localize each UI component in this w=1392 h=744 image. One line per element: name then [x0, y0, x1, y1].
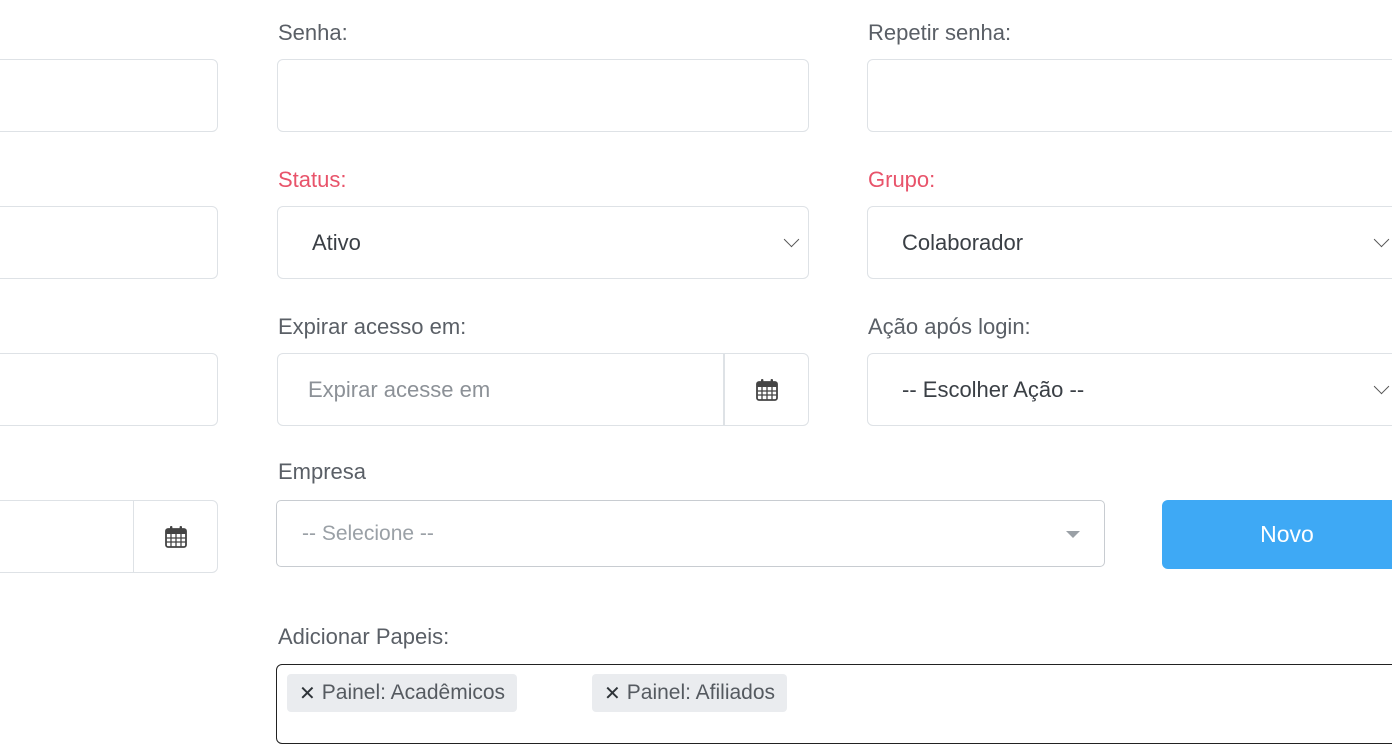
grupo-label: Grupo: — [868, 167, 936, 192]
close-icon[interactable]: ✕ — [299, 681, 316, 706]
novo-button[interactable]: Novo — [1162, 500, 1392, 569]
papeis-multiselect[interactable]: ✕ Painel: Acadêmicos ✕ Painel: Afiliados — [276, 664, 1392, 744]
empresa-label: Empresa — [278, 459, 367, 484]
close-icon[interactable]: ✕ — [604, 681, 621, 706]
papel-tag-label: Painel: Acadêmicos — [321, 681, 506, 704]
acao-selected-value: -- Escolher Ação -- — [902, 376, 1085, 402]
papel-tag: ✕ Painel: Afiliados — [592, 674, 788, 712]
expirar-placeholder: Expirar acesse em — [308, 376, 491, 402]
empresa-select[interactable]: -- Selecione -- — [276, 500, 1105, 567]
caret-down-icon — [1066, 531, 1080, 538]
papel-tag: ✕ Painel: Acadêmicos — [287, 674, 518, 712]
acao-select[interactable]: -- Escolher Ação -- — [867, 353, 1392, 426]
left-date-input[interactable] — [0, 500, 134, 573]
status-selected-value: Ativo — [312, 229, 361, 255]
left-input-2[interactable] — [0, 206, 218, 279]
calendar-icon — [755, 378, 778, 401]
empresa-placeholder: -- Selecione -- — [302, 521, 434, 545]
expirar-calendar-button[interactable] — [724, 353, 809, 426]
left-input-3[interactable] — [0, 353, 218, 426]
status-select[interactable]: Ativo — [277, 206, 809, 279]
papeis-label: Adicionar Papeis: — [278, 624, 450, 649]
repetir-senha-input[interactable] — [867, 59, 1392, 132]
papel-tag-label: Painel: Afiliados — [626, 681, 776, 704]
calendar-icon — [164, 525, 187, 548]
expirar-label: Expirar acesso em: — [278, 314, 467, 339]
expirar-input[interactable]: Expirar acesse em — [277, 353, 724, 426]
grupo-selected-value: Colaborador — [902, 229, 1024, 255]
left-input-1[interactable] — [0, 59, 218, 132]
senha-input[interactable] — [277, 59, 809, 132]
left-date-calendar-button[interactable] — [133, 500, 218, 573]
acao-label: Ação após login: — [868, 314, 1031, 339]
chevron-down-icon — [1373, 378, 1390, 394]
repetir-senha-label: Repetir senha: — [868, 20, 1012, 45]
chevron-down-icon — [783, 231, 800, 247]
grupo-select[interactable]: Colaborador — [867, 206, 1392, 279]
chevron-down-icon — [1373, 231, 1390, 247]
status-label: Status: — [278, 167, 347, 192]
senha-label: Senha: — [278, 20, 348, 45]
